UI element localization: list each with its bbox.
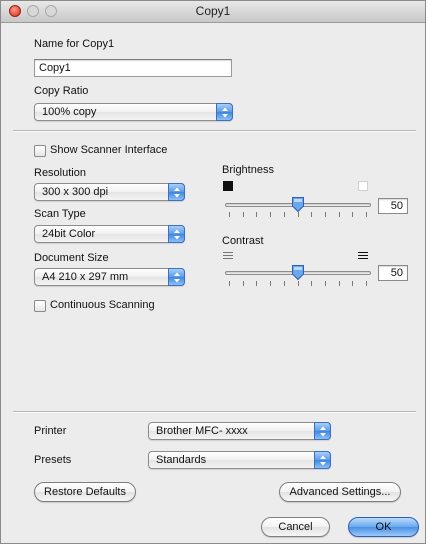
slider-tick xyxy=(339,281,340,286)
slider-tick xyxy=(229,281,230,286)
slider-tick xyxy=(311,281,312,286)
separator-top xyxy=(13,130,416,132)
low-contrast-icon xyxy=(223,251,233,261)
slider-tick xyxy=(256,212,257,217)
slider-tick xyxy=(339,212,340,217)
name-label: Name for Copy1 xyxy=(34,38,115,50)
popup-arrows-icon xyxy=(168,183,185,201)
popup-arrows-icon xyxy=(314,422,331,440)
cancel-button[interactable]: Cancel xyxy=(261,517,330,537)
slider-tick xyxy=(256,281,257,286)
resolution-popup[interactable]: 300 x 300 dpi xyxy=(34,183,185,201)
presets-label: Presets xyxy=(34,454,72,466)
copy-ratio-label: Copy Ratio xyxy=(34,85,89,97)
slider-tick xyxy=(270,281,271,286)
scan-type-popup[interactable]: 24bit Color xyxy=(34,225,185,243)
slider-tick xyxy=(325,281,326,286)
contrast-value-field[interactable]: 50 xyxy=(378,265,408,281)
title-bar[interactable]: Copy1 xyxy=(1,1,425,23)
popup-arrows-icon xyxy=(314,451,331,469)
slider-tick xyxy=(352,281,353,286)
popup-arrows-icon xyxy=(216,103,233,121)
brightness-slider-knob[interactable] xyxy=(291,196,305,213)
advanced-settings-button[interactable]: Advanced Settings... xyxy=(279,482,401,502)
slider-tick xyxy=(311,212,312,217)
brightness-value-field[interactable]: 50 xyxy=(378,198,408,214)
scan-type-value: 24bit Color xyxy=(42,228,96,240)
slider-tick xyxy=(243,281,244,286)
document-size-popup[interactable]: A4 210 x 297 mm xyxy=(34,268,185,286)
continuous-scanning-checkbox[interactable] xyxy=(34,300,46,312)
contrast-slider-knob[interactable] xyxy=(291,264,305,281)
separator-bottom xyxy=(13,411,416,413)
slider-tick xyxy=(243,212,244,217)
printer-label: Printer xyxy=(34,425,67,437)
scan-type-label: Scan Type xyxy=(34,208,86,220)
contrast-ticks xyxy=(229,281,367,286)
show-scanner-interface-checkbox[interactable] xyxy=(34,145,46,157)
name-input[interactable]: Copy1 xyxy=(34,59,232,77)
slider-tick xyxy=(366,281,367,286)
document-size-value: A4 210 x 297 mm xyxy=(42,271,129,283)
contrast-label: Contrast xyxy=(222,235,264,247)
continuous-scanning-label: Continuous Scanning xyxy=(50,299,155,311)
popup-arrows-icon xyxy=(168,268,185,286)
window-title: Copy1 xyxy=(195,4,231,18)
slider-tick xyxy=(366,212,367,217)
document-size-label: Document Size xyxy=(34,252,109,264)
copy-dialog-window: Copy1 Name for Copy1 Copy1 Copy Ratio 10… xyxy=(0,0,426,544)
slider-tick xyxy=(229,212,230,217)
light-square-icon xyxy=(358,181,368,191)
presets-popup[interactable]: Standards xyxy=(148,451,331,469)
popup-arrows-icon xyxy=(168,225,185,243)
slider-tick xyxy=(270,212,271,217)
printer-value: Brother MFC- xxxx xyxy=(156,425,248,437)
resolution-value: 300 x 300 dpi xyxy=(42,186,109,198)
ok-button[interactable]: OK xyxy=(348,517,419,537)
presets-value: Standards xyxy=(156,454,207,466)
show-scanner-interface-label: Show Scanner Interface xyxy=(50,144,168,156)
copy-ratio-value: 100% copy xyxy=(42,106,97,118)
copy-ratio-popup[interactable]: 100% copy xyxy=(34,103,233,121)
restore-defaults-button[interactable]: Restore Defaults xyxy=(34,482,136,502)
high-contrast-icon xyxy=(358,251,368,261)
slider-tick xyxy=(284,212,285,217)
dark-square-icon xyxy=(223,181,233,191)
slider-tick xyxy=(298,281,299,286)
resolution-label: Resolution xyxy=(34,167,86,179)
brightness-label: Brightness xyxy=(222,164,274,176)
slider-tick xyxy=(352,212,353,217)
slider-tick xyxy=(325,212,326,217)
printer-popup[interactable]: Brother MFC- xxxx xyxy=(148,422,331,440)
slider-tick xyxy=(284,281,285,286)
